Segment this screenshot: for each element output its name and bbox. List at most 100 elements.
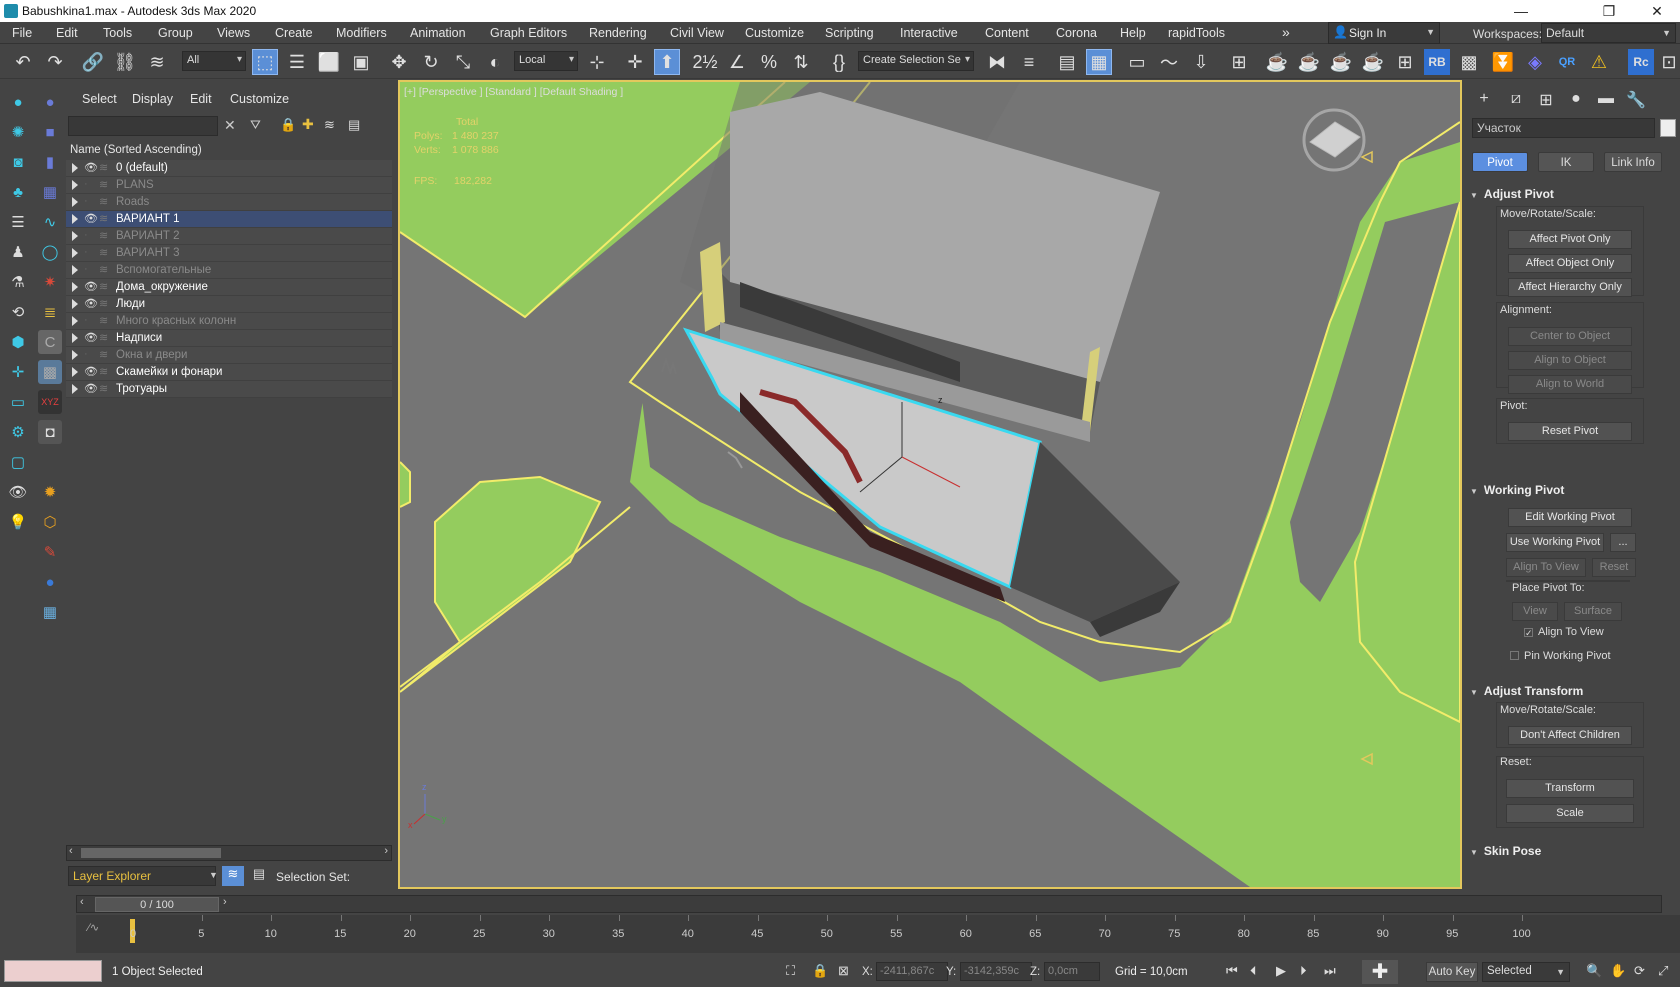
move-icon[interactable]: ✥ xyxy=(386,49,412,75)
layer-icon[interactable]: ≋ xyxy=(99,196,111,208)
clear-search-icon[interactable]: ✕ xyxy=(224,117,236,134)
affect-pivot-only-button[interactable]: Affect Pivot Only xyxy=(1508,230,1632,249)
hidden-icon[interactable]: · xyxy=(84,314,88,326)
layer-icon[interactable]: ≋ xyxy=(99,366,111,378)
y-coordinate-field[interactable]: -3142,359c xyxy=(960,962,1032,981)
scroll-left-icon[interactable]: ‹ xyxy=(69,845,73,857)
reset-working-pivot-button[interactable]: Reset xyxy=(1592,558,1636,577)
rollout-working-pivot[interactable]: Working Pivot xyxy=(1470,483,1670,497)
selection-filter-dropdown[interactable]: All xyxy=(182,51,246,71)
eye-icon[interactable]: 👁 xyxy=(84,331,98,344)
maxscript-listener[interactable] xyxy=(4,960,102,982)
expand-arrow-icon[interactable] xyxy=(72,299,78,309)
tab-ik[interactable]: IK xyxy=(1538,152,1594,172)
eye-icon[interactable]: 👁 xyxy=(84,161,98,174)
affect-object-only-button[interactable]: Affect Object Only xyxy=(1508,254,1632,273)
menu-corona[interactable]: Corona xyxy=(1056,26,1097,40)
rect-selection-icon[interactable]: ⬜ xyxy=(316,49,342,75)
toggle-ribbon-icon[interactable]: ▭ xyxy=(1124,49,1150,75)
align-to-view-checkbox[interactable]: ✓ Align To View xyxy=(1524,626,1604,638)
schematic-view-icon[interactable]: ⇩ xyxy=(1188,49,1214,75)
grid-icon[interactable]: ▦ xyxy=(38,180,62,204)
menu-customize[interactable]: Customize xyxy=(745,26,804,40)
restore-button[interactable]: ❐ xyxy=(1586,0,1632,22)
mirror-icon[interactable]: ⧓ xyxy=(984,49,1010,75)
align-to-world-button[interactable]: Align to World xyxy=(1508,375,1632,394)
next-key-icon[interactable]: ⏵ xyxy=(1300,963,1307,979)
dont-affect-children-button[interactable]: Don't Affect Children xyxy=(1508,726,1632,745)
reset-transform-button[interactable]: Transform xyxy=(1506,779,1634,798)
menu-graph-editors[interactable]: Graph Editors xyxy=(490,26,567,40)
object-name-field[interactable]: Участок xyxy=(1472,118,1655,138)
explorer-tab-display[interactable]: Display xyxy=(132,92,173,106)
previous-frame-icon[interactable]: ⏴ xyxy=(1250,963,1257,979)
render-setup-icon[interactable]: ☕ xyxy=(1264,49,1290,75)
bulb-icon[interactable]: 💡 xyxy=(6,510,30,534)
sun-icon[interactable]: ✺ xyxy=(6,120,30,144)
use-working-pivot-button[interactable]: Use Working Pivot xyxy=(1506,533,1604,552)
list-item[interactable]: · ≋ PLANS xyxy=(66,177,392,194)
snaps-toggle-icon[interactable]: 2½ xyxy=(692,49,718,75)
gear-gold-icon[interactable]: ✹ xyxy=(38,480,62,504)
center-to-object-button[interactable]: Center to Object xyxy=(1508,327,1632,346)
align-icon[interactable]: ≡ xyxy=(1016,49,1042,75)
menu-overflow-icon[interactable]: » xyxy=(1282,24,1290,40)
object-color-swatch[interactable] xyxy=(1660,119,1676,137)
layer-icon[interactable]: ≋ xyxy=(99,332,111,344)
list-item[interactable]: · ≋ Вспомогательные xyxy=(66,262,392,279)
checker-icon[interactable]: ▩ xyxy=(1456,49,1482,75)
menu-file[interactable]: File xyxy=(12,26,32,40)
rb-plugin-icon[interactable]: RB xyxy=(1424,49,1450,75)
menu-animation[interactable]: Animation xyxy=(410,26,466,40)
render-production-icon[interactable]: ☕ xyxy=(1328,49,1354,75)
sphere-icon[interactable]: ● xyxy=(38,90,62,114)
place-view-button[interactable]: View xyxy=(1512,602,1558,621)
chevrons-down-icon[interactable]: ⏬ xyxy=(1490,49,1516,75)
flask-icon[interactable]: ⚗ xyxy=(6,270,30,294)
link-icon[interactable]: 🔗 xyxy=(80,49,106,75)
list-item[interactable]: 👁 ≋ Люди xyxy=(66,296,392,313)
person-icon[interactable]: ♟ xyxy=(6,240,30,264)
texture-c-icon[interactable]: C xyxy=(38,330,62,354)
close-button[interactable]: ✕ xyxy=(1634,0,1680,22)
layer-icon[interactable]: ≋ xyxy=(99,213,111,225)
expand-arrow-icon[interactable] xyxy=(72,333,78,343)
frame-icon[interactable]: ▢ xyxy=(6,450,30,474)
grid-tool-icon[interactable]: ⊡ xyxy=(1656,49,1680,75)
time-slider[interactable]: ‹ 0 / 100 › xyxy=(76,893,1680,915)
eye-icon[interactable]: 👁 xyxy=(84,297,98,310)
list-icon[interactable]: ☰ xyxy=(6,210,30,234)
x-coordinate-field[interactable]: -2411,867c xyxy=(876,962,948,981)
layer-explorer-icon[interactable]: ▦ xyxy=(1086,49,1112,75)
diamond-icon[interactable]: ◈ xyxy=(1522,49,1548,75)
viewport-label[interactable]: [+] [Perspective ] [Standard ] [Default … xyxy=(404,86,623,98)
chevron-down-icon[interactable]: ▼ xyxy=(209,870,218,880)
menu-group[interactable]: Group xyxy=(158,26,193,40)
pin-working-pivot-checkbox[interactable]: Pin Working Pivot xyxy=(1510,650,1611,662)
expand-arrow-icon[interactable] xyxy=(72,231,78,241)
expand-arrow-icon[interactable] xyxy=(72,367,78,377)
camera-icon[interactable]: ◙ xyxy=(6,150,30,174)
axis-icon[interactable]: ✛ xyxy=(6,360,30,384)
eye-icon[interactable]: 👁 xyxy=(6,480,30,504)
eye-icon[interactable]: 👁 xyxy=(84,382,98,395)
list-item[interactable]: 👁 ≋ Тротуары xyxy=(66,381,392,398)
layer-icon[interactable]: ≋ xyxy=(99,349,111,361)
add-layer-icon[interactable]: ✚ xyxy=(302,116,314,133)
unlink-icon[interactable]: ⛓ xyxy=(112,49,138,75)
set-key-icon[interactable]: ✚ xyxy=(1362,960,1398,984)
list-item[interactable]: · ≋ ВАРИАНТ 3 xyxy=(66,245,392,262)
menu-modifiers[interactable]: Modifiers xyxy=(336,26,387,40)
motion-tab-icon[interactable]: ● xyxy=(1564,90,1588,112)
tree-icon[interactable]: ♣ xyxy=(6,180,30,204)
list-item[interactable]: 👁 ≋ Дома_окружение xyxy=(66,279,392,296)
named-selection-dropdown[interactable]: Create Selection Se xyxy=(858,51,974,71)
monitor-icon[interactable]: ▭ xyxy=(6,390,30,414)
prev-frame-icon[interactable]: ‹ xyxy=(80,896,84,908)
time-slider-track[interactable]: ‹ 0 / 100 › xyxy=(76,895,1662,913)
selection-lock-icon[interactable]: 🔒 xyxy=(812,963,828,979)
utilities-tab-icon[interactable]: 🔧 xyxy=(1624,90,1648,112)
keyboard-shortcut-override-icon[interactable]: ⬆ xyxy=(654,49,680,75)
list-item[interactable]: · ≋ Много красных колонн xyxy=(66,313,392,330)
redo-icon[interactable]: ↷ xyxy=(42,49,68,75)
